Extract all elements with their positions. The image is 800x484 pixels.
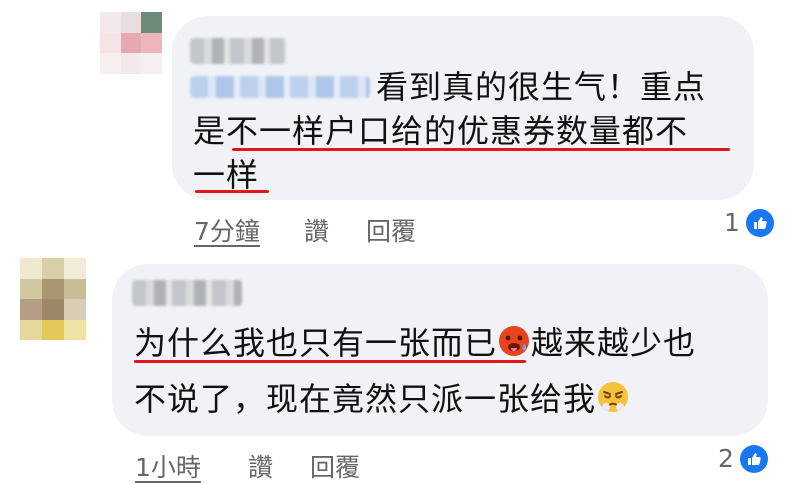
steam-from-nose-emoji-icon: [598, 382, 629, 412]
hot-face-emoji-icon: [499, 326, 530, 356]
avatar[interactable]: [20, 258, 86, 340]
comment-timestamp[interactable]: 7分鐘: [194, 212, 260, 248]
comment-text-segment: 越来越少也: [531, 324, 697, 362]
comment-text-segment: 为什么我也只有一张而已: [134, 324, 498, 362]
reply-button[interactable]: 回覆: [310, 448, 360, 484]
like-button[interactable]: 讚: [304, 212, 329, 248]
commenter-name-blurred[interactable]: [190, 38, 286, 64]
like-button[interactable]: 讚: [248, 448, 273, 484]
avatar[interactable]: [100, 12, 162, 74]
reply-button[interactable]: 回覆: [366, 212, 416, 248]
comment-text-line: 不说了，现在竟然只派一张给我: [134, 374, 630, 424]
highlight-underline: [232, 148, 730, 151]
reaction-summary[interactable]: 1: [724, 208, 774, 237]
commenter-name-blurred[interactable]: [132, 280, 242, 306]
reaction-count: 2: [718, 444, 734, 473]
reaction-count: 1: [724, 208, 740, 237]
like-thumb-icon: [745, 208, 774, 237]
highlight-underline: [134, 360, 526, 363]
comment-timestamp[interactable]: 1小時: [135, 448, 201, 484]
like-thumb-icon: [739, 444, 768, 473]
reaction-summary[interactable]: 2: [718, 444, 768, 473]
highlight-underline: [195, 190, 269, 193]
comment-text-line: 看到真的很生气！重点: [376, 68, 707, 106]
comment-text-segment: 不说了，现在竟然只派一张给我: [134, 380, 597, 418]
commenter-name-blurred[interactable]: [190, 76, 370, 98]
